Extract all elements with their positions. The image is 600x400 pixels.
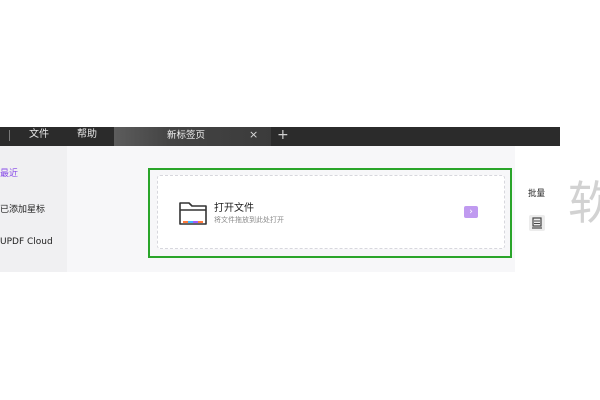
highlight-box xyxy=(148,168,512,258)
close-icon[interactable]: × xyxy=(249,128,258,142)
right-panel: 批量 xyxy=(515,146,560,272)
sidebar: 最近 已添加星标 UPDF Cloud xyxy=(0,146,67,272)
sidebar-item-recent[interactable]: 最近 xyxy=(0,166,18,179)
sidebar-item-updf-cloud[interactable]: UPDF Cloud xyxy=(0,237,53,247)
menu-file[interactable]: 文件 xyxy=(29,128,49,142)
menu-bar: 文件 帮助 新标签页 × + xyxy=(0,127,560,146)
batch-label: 批量 xyxy=(528,189,546,199)
tab-new-tab[interactable]: 新标签页 × xyxy=(114,127,271,146)
menu-help[interactable]: 帮助 xyxy=(77,128,97,142)
decorative-glyph: 软 xyxy=(568,176,600,230)
plus-icon[interactable]: + xyxy=(277,127,289,144)
menu-separator xyxy=(9,130,10,141)
tab-title: 新标签页 xyxy=(167,130,206,141)
sidebar-item-starred[interactable]: 已添加星标 xyxy=(0,202,45,215)
batch-icon[interactable] xyxy=(529,215,545,231)
